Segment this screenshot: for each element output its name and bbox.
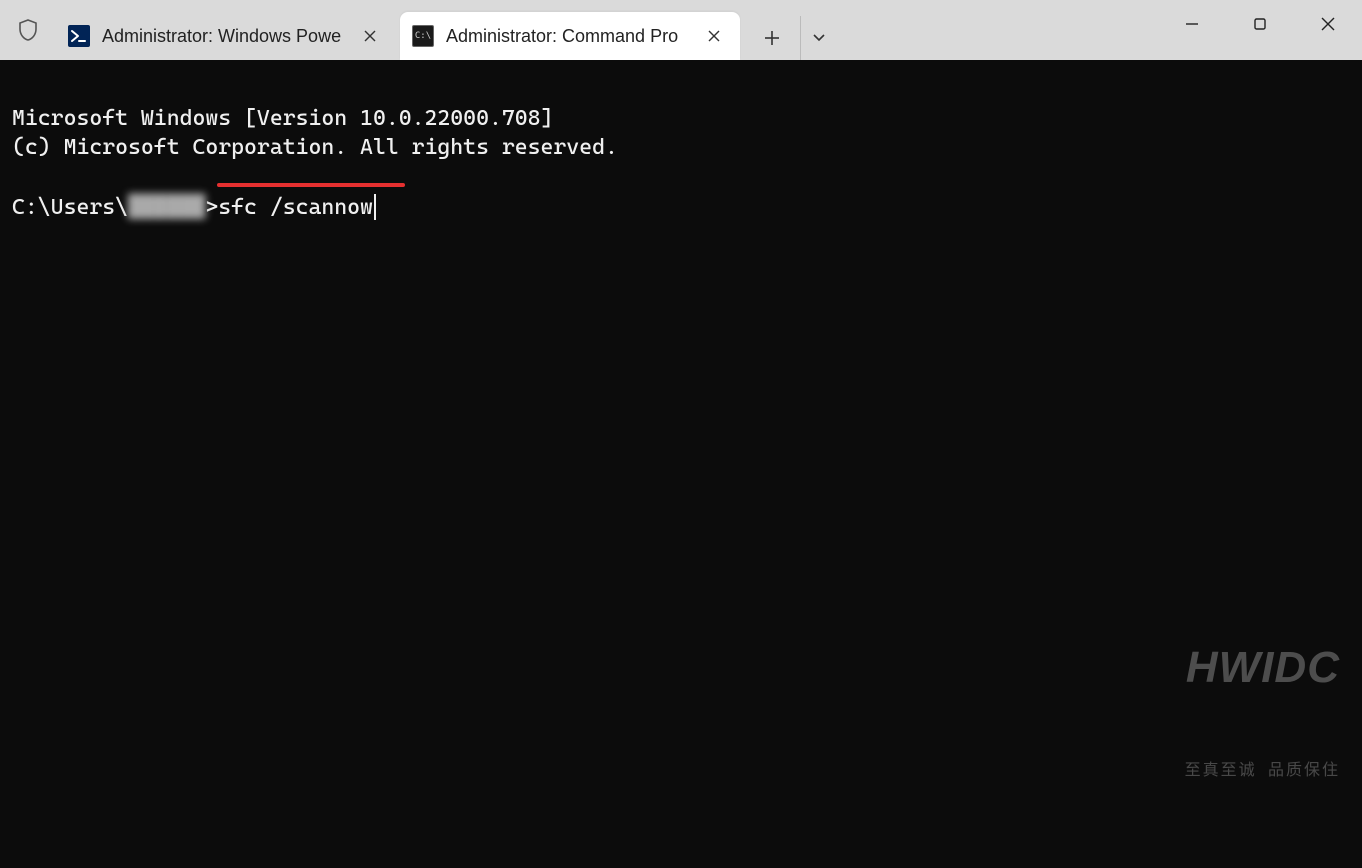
red-underline-annotation: [217, 183, 405, 187]
tab-title: Administrator: Windows Powe: [102, 26, 348, 47]
cmd-icon: C:\: [412, 25, 434, 47]
watermark-tagline: 至真至诚 品质保住: [1185, 759, 1340, 781]
window-controls: [1158, 0, 1362, 48]
tab-command-prompt[interactable]: C:\ Administrator: Command Pro: [400, 12, 740, 60]
prompt-username-blurred: ██████: [128, 193, 205, 223]
titlebar: Administrator: Windows Powe C:\ Administ…: [0, 0, 1362, 60]
terminal-command: sfc /scannow: [218, 195, 373, 220]
tab-powershell[interactable]: Administrator: Windows Powe: [56, 12, 396, 60]
terminal-prompt-line: C:\Users\██████>sfc /scannow: [12, 193, 376, 223]
new-tab-button[interactable]: [750, 16, 794, 60]
powershell-icon: [68, 25, 90, 47]
text-cursor: [374, 194, 376, 220]
watermark: HWIDC 至真至诚 品质保住: [1185, 579, 1340, 840]
tab-close-button[interactable]: [356, 22, 384, 50]
tab-title: Administrator: Command Pro: [446, 26, 692, 47]
close-window-button[interactable]: [1294, 0, 1362, 48]
watermark-brand: HWIDC: [1185, 638, 1340, 697]
tab-dropdown-button[interactable]: [800, 16, 836, 60]
tab-close-button[interactable]: [700, 22, 728, 50]
terminal-output[interactable]: Microsoft Windows [Version 10.0.22000.70…: [0, 60, 1362, 868]
tab-strip: Administrator: Windows Powe C:\ Administ…: [56, 0, 836, 60]
prompt-path-prefix: C:\Users\: [12, 195, 128, 220]
shield-admin-icon: [8, 18, 48, 42]
terminal-header-line: Microsoft Windows [Version 10.0.22000.70…: [12, 106, 553, 131]
maximize-button[interactable]: [1226, 0, 1294, 48]
terminal-header-line: (c) Microsoft Corporation. All rights re…: [12, 135, 618, 160]
prompt-separator: >: [205, 195, 218, 220]
minimize-button[interactable]: [1158, 0, 1226, 48]
